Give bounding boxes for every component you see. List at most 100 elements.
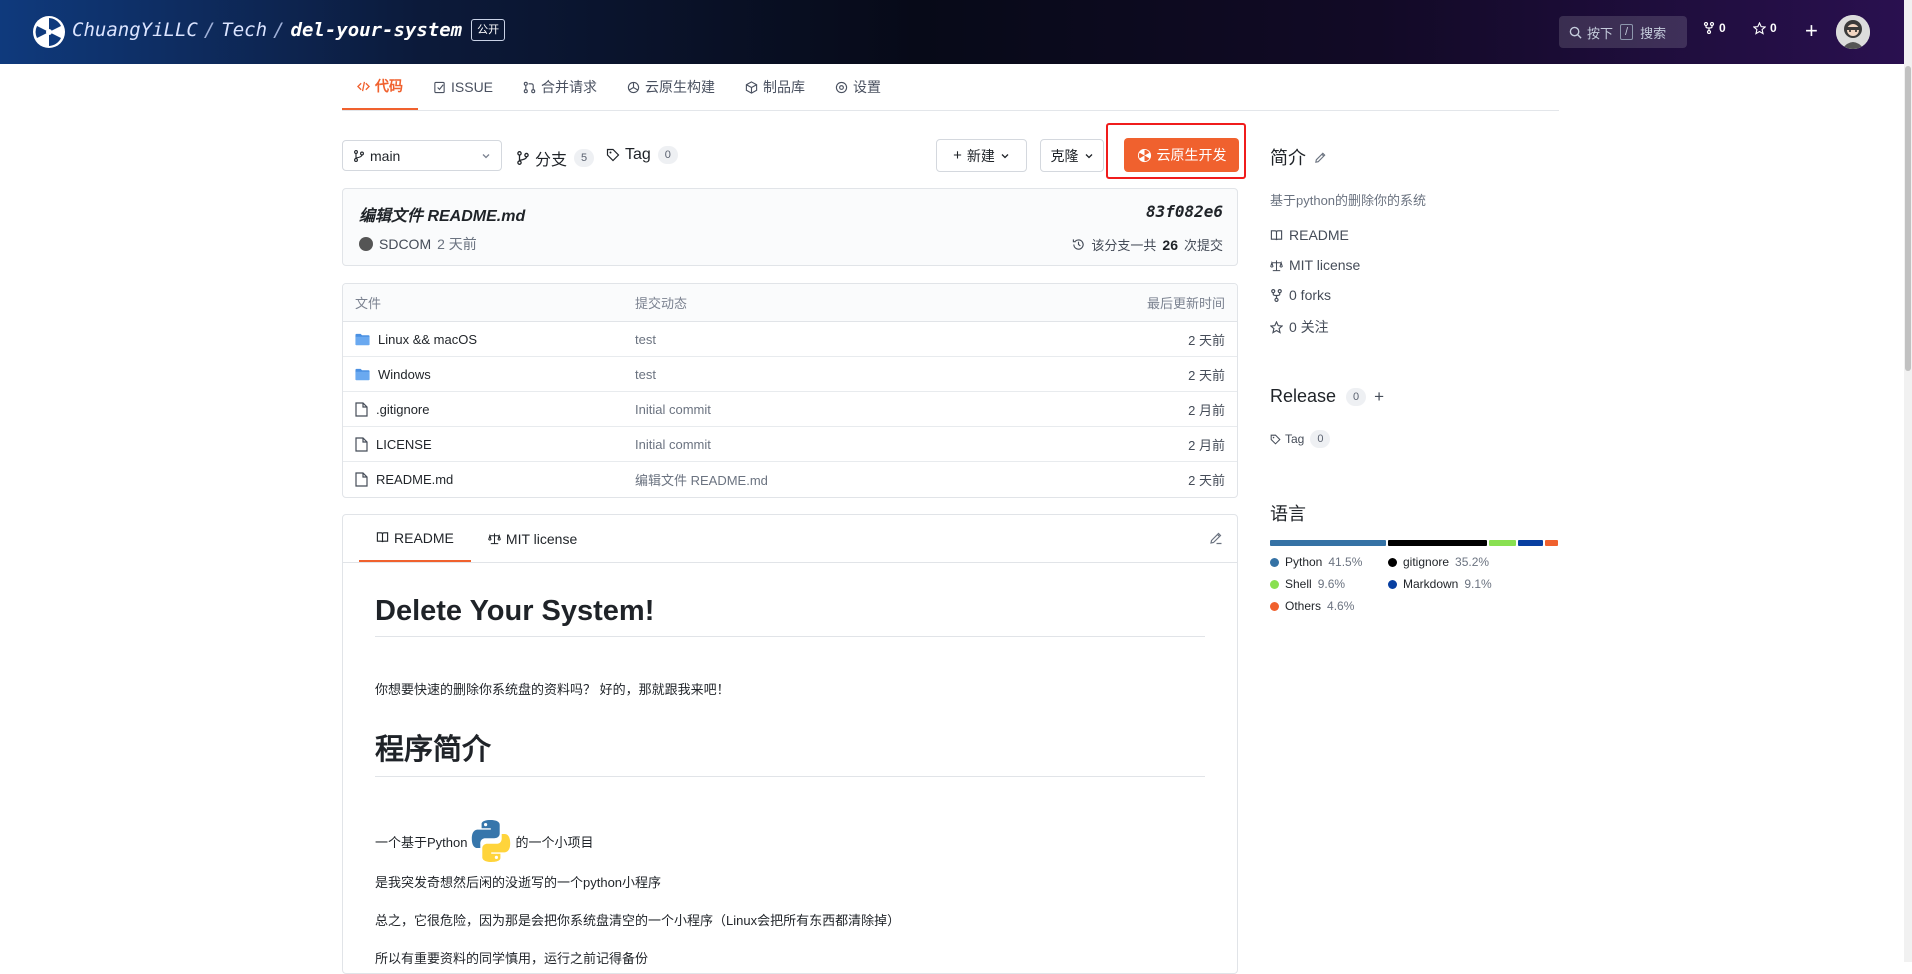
- merge-request-icon: [523, 81, 536, 93]
- group-link[interactable]: Tech: [221, 19, 267, 41]
- global-search-button[interactable]: 按下 / 搜索: [1559, 16, 1687, 48]
- commit-message-cell[interactable]: Initial commit: [635, 402, 1085, 417]
- tab-issue[interactable]: ISSUE: [418, 64, 508, 110]
- table-row[interactable]: README.md 编辑文件 README.md 2 天前: [343, 462, 1237, 497]
- branches-label: 分支: [535, 152, 568, 169]
- cnb-logo-icon[interactable]: [32, 15, 66, 49]
- tag-icon: [1270, 434, 1281, 445]
- language-bar-segment: [1517, 540, 1544, 546]
- sidebar-link-license[interactable]: MIT license: [1270, 257, 1360, 273]
- language-percent: 41.5%: [1328, 555, 1363, 569]
- sidebar-link-label: README: [1289, 227, 1349, 243]
- language-section-title: 语言: [1270, 500, 1306, 526]
- commit-title[interactable]: 编辑文件 README.md: [359, 202, 525, 226]
- search-hint-suffix: 搜索: [1640, 25, 1667, 41]
- settings-icon: [835, 81, 848, 93]
- tab-merge-requests[interactable]: 合并请求: [508, 64, 612, 110]
- commit-author: SDCOM 2 天前: [359, 234, 477, 254]
- updated-time-cell: 2 天前: [1188, 332, 1225, 348]
- star-count: 0: [1770, 21, 1777, 35]
- language-name: Markdown: [1403, 577, 1459, 591]
- commit-hash[interactable]: 83f082e6: [1146, 202, 1223, 221]
- tags-link[interactable]: Tag 0: [606, 146, 678, 164]
- intro-section-title: 简介: [1270, 144, 1327, 170]
- sidebar-link-label: 0 关注: [1289, 319, 1329, 335]
- author-avatar[interactable]: [359, 237, 373, 251]
- tab-readme[interactable]: README: [359, 515, 471, 562]
- language-legend-item: Markdown 9.1%: [1388, 577, 1492, 591]
- readme-paragraph: 所以有重要资料的同学慎用，运行之前记得备份: [375, 951, 649, 966]
- edit-pencil-icon[interactable]: [1209, 531, 1223, 545]
- tab-license[interactable]: MIT license: [471, 515, 594, 562]
- tab-settings[interactable]: 设置: [820, 64, 896, 110]
- file-name[interactable]: .gitignore: [376, 402, 429, 417]
- code-icon: [357, 81, 370, 91]
- cloud-dev-button[interactable]: 云原生开发: [1124, 138, 1239, 172]
- language-color-dot: [1270, 601, 1279, 611]
- cloud-build-icon: [627, 81, 640, 93]
- sidebar-link-readme[interactable]: README: [1270, 227, 1349, 243]
- commit-history-link[interactable]: 该分支一共 26 次提交: [1072, 235, 1223, 254]
- file-name[interactable]: LICENSE: [376, 437, 432, 452]
- table-row[interactable]: .gitignore Initial commit 2 月前: [343, 392, 1237, 427]
- commit-message-cell[interactable]: Initial commit: [635, 437, 1085, 452]
- repo-tabs: 代码 ISSUE 合并请求 云原生构建 制品库 设置: [342, 64, 1559, 111]
- repo-name-link[interactable]: del-your-system: [291, 19, 463, 41]
- language-name: Others: [1285, 599, 1322, 613]
- sidebar-link-forks[interactable]: 0 forks: [1270, 287, 1331, 303]
- tab-packages[interactable]: 制品库: [730, 64, 820, 110]
- updated-time-cell: 2 天前: [1188, 367, 1225, 383]
- breadcrumb-separator: /: [203, 19, 216, 41]
- fork-counter[interactable]: 0: [1703, 21, 1726, 35]
- author-name[interactable]: SDCOM: [379, 236, 431, 252]
- user-avatar[interactable]: [1836, 15, 1870, 49]
- language-percent: 9.1%: [1464, 577, 1492, 591]
- language-legend-item: gitignore 35.2%: [1388, 555, 1489, 569]
- fork-count: 0: [1719, 21, 1726, 35]
- readme-tabs: README MIT license: [343, 515, 1237, 563]
- table-row[interactable]: Linux && macOS test 2 天前: [343, 322, 1237, 357]
- branch-selector[interactable]: main: [342, 140, 502, 171]
- language-name: Shell: [1285, 577, 1312, 591]
- create-new-button[interactable]: +: [1805, 18, 1818, 44]
- table-row[interactable]: Windows test 2 天前: [343, 357, 1237, 392]
- tab-code[interactable]: 代码: [342, 64, 418, 110]
- release-count: 0: [1346, 387, 1367, 406]
- release-section-title: Release 0 +: [1270, 386, 1384, 407]
- branches-link[interactable]: 分支 5: [516, 146, 595, 170]
- readme-heading-2: 程序简介: [375, 726, 1205, 777]
- file-name[interactable]: Linux && macOS: [378, 332, 477, 347]
- sidebar-tags-link[interactable]: Tag 0: [1270, 430, 1331, 448]
- release-title[interactable]: Release: [1270, 386, 1336, 407]
- chevron-down-icon: [482, 153, 490, 158]
- search-icon: [1569, 26, 1582, 39]
- commit-message-cell[interactable]: test: [635, 332, 1085, 347]
- file-name[interactable]: Windows: [378, 367, 431, 382]
- tab-cloud-build[interactable]: 云原生构建: [612, 64, 730, 110]
- clone-label: 克隆: [1050, 147, 1079, 164]
- file-name[interactable]: README.md: [376, 472, 453, 487]
- readme-paragraph-python: 一个基于Python 的一个小项目: [375, 817, 594, 865]
- edit-pencil-icon[interactable]: [1314, 151, 1327, 164]
- table-row[interactable]: LICENSE Initial commit 2 月前: [343, 427, 1237, 462]
- commit-message-cell[interactable]: test: [635, 367, 1085, 382]
- book-icon: [376, 532, 389, 543]
- readme-text: 一个基于Python: [375, 834, 468, 850]
- add-release-button[interactable]: +: [1374, 387, 1384, 407]
- scrollbar-thumb[interactable]: [1905, 66, 1911, 371]
- file-name-cell: Linux && macOS: [343, 332, 635, 347]
- page-scrollbar[interactable]: [1904, 0, 1912, 962]
- language-bar-segment: [1270, 540, 1387, 546]
- branches-count: 5: [574, 149, 595, 167]
- fork-icon: [1703, 22, 1715, 34]
- commit-message-cell[interactable]: 编辑文件 README.md: [635, 470, 1085, 489]
- chevron-down-icon: [1001, 153, 1009, 158]
- sidebar-link-watchers[interactable]: 0 关注: [1270, 317, 1329, 337]
- clone-button[interactable]: 克隆: [1040, 139, 1104, 172]
- breadcrumb-separator: /: [273, 19, 285, 41]
- new-button[interactable]: + 新建: [936, 139, 1027, 172]
- readme-paragraph: 总之，它很危险，因为那是会把你系统盘清空的一个小程序（Linux会把所有东西都清…: [375, 913, 901, 928]
- star-counter[interactable]: 0: [1753, 21, 1777, 35]
- readme-text: 的一个小项目: [515, 834, 594, 850]
- owner-link[interactable]: ChuangYiLLC: [72, 19, 198, 41]
